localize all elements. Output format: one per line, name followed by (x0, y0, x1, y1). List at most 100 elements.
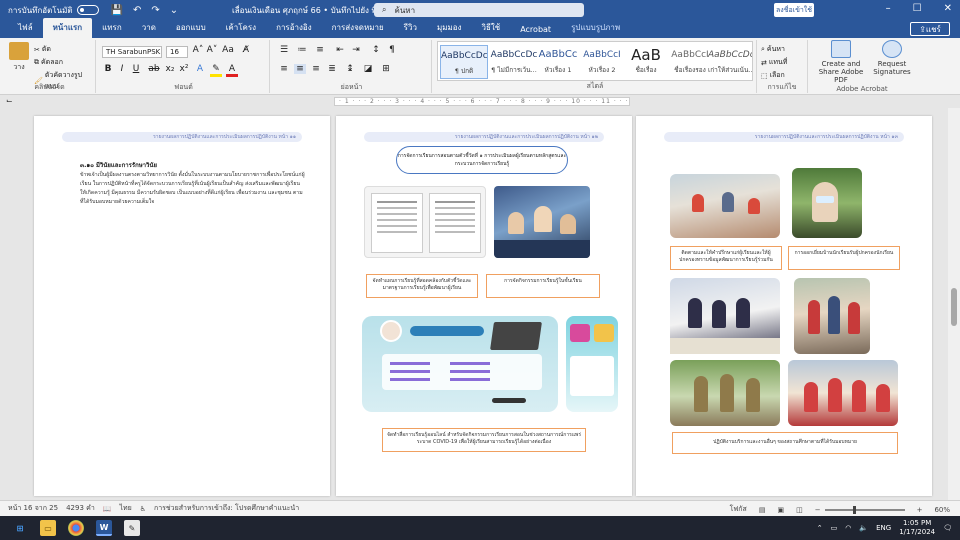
input-language[interactable]: ENG (876, 524, 891, 532)
style-subtitle[interactable]: AaBbCcI ชื่อเรื่องรอง (666, 45, 714, 79)
clock[interactable]: 1:05 PM 1/17/2024 (899, 519, 935, 537)
tab-mailings[interactable]: การส่งจดหมาย (322, 21, 394, 38)
bold-icon[interactable]: B (102, 64, 114, 74)
caption-lesson-plan[interactable]: จัดทำแผนการเรียนรู้ที่สอดคล้องกับตัวชี้ว… (366, 274, 478, 298)
clear-format-icon[interactable]: A̸ (240, 45, 252, 55)
minimize-icon[interactable]: – (886, 3, 891, 14)
shading-icon[interactable]: ◪ (362, 64, 374, 74)
close-icon[interactable]: ✕ (944, 3, 952, 14)
style-subtle-emphasis[interactable]: AaBbCcDc เก่าให้ส่วนเน้น... (708, 45, 752, 79)
paint-app-icon[interactable]: ✎ (124, 520, 140, 536)
align-right-icon[interactable]: ≡ (310, 64, 322, 74)
text-effects-icon[interactable]: A (194, 64, 206, 74)
copy-button[interactable]: ⧉ คัดลอก (34, 57, 63, 68)
style-no-spacing[interactable]: AaBbCcDc ¶ ไม่มีการเว้น... (490, 45, 538, 79)
caption-online-media[interactable]: จัดทำสื่อการเรียนรู้ออนไลน์ สำหรับจัดกิจ… (382, 428, 586, 452)
zoom-out-icon[interactable]: − (815, 506, 821, 514)
save-icon[interactable]: 💾 (111, 5, 123, 16)
select-button[interactable]: ⬚ เลือก (761, 70, 785, 81)
wifi-icon[interactable]: ◠ (845, 524, 851, 532)
documents-image[interactable] (364, 186, 486, 258)
replace-button[interactable]: ⇄ แทนที่ (761, 57, 787, 68)
borders-icon[interactable]: ⊞ (380, 64, 392, 74)
cut-button[interactable]: ✂ ตัด (34, 44, 51, 55)
accessibility-icon[interactable]: ♿ (140, 505, 146, 513)
zoom-slider[interactable] (824, 505, 905, 514)
caption-home-visit[interactable]: การออกเยี่ยมบ้านนักเรียนรับผู้ปกครองนักเ… (788, 246, 900, 270)
strikethrough-icon[interactable]: ab (148, 64, 160, 74)
tab-view[interactable]: มุมมอง (427, 21, 472, 38)
scout-photo[interactable] (670, 360, 780, 426)
style-title[interactable]: AaB ชื่อเรื่อง (622, 45, 670, 79)
italic-icon[interactable]: I (116, 64, 128, 74)
tab-design[interactable]: ออกแบบ (166, 21, 216, 38)
subscript-icon[interactable]: x₂ (164, 64, 176, 74)
focus-button[interactable]: โฟกัส (730, 504, 747, 515)
title-oval[interactable]: การจัดการเรียนการสอนตามตัวชี้วัดที่ ๑ กา… (396, 146, 568, 174)
mobile-app-screenshot[interactable] (566, 316, 618, 412)
horizontal-ruler[interactable]: · 1 · · · 2 · · · 3 · · · 4 · · · 5 · · … (334, 97, 630, 106)
tab-layout[interactable]: เค้าโครง (216, 21, 266, 38)
tab-help[interactable]: วิธีใช้ (471, 21, 510, 38)
request-signatures-button[interactable]: Request Signatures (872, 40, 912, 76)
autosave[interactable]: การบันทึกอัตโนมัติ (0, 4, 99, 17)
zoom-level[interactable]: 60% (934, 506, 950, 514)
line-spacing-icon[interactable]: ↨ (344, 64, 356, 74)
body-text[interactable]: ข้าพเจ้าเป็นผู้มีผลงานตรงตามวิทยาการวินั… (80, 171, 305, 207)
read-mode-icon[interactable]: ▤ (759, 506, 766, 514)
style-heading-2[interactable]: AaBbCcI หัวเรื่อง 2 (578, 45, 626, 79)
redo-icon[interactable]: ↷ (151, 5, 159, 16)
tab-insert[interactable]: แทรก (92, 21, 132, 38)
network-icon[interactable]: ▭ (831, 524, 838, 532)
font-size-select[interactable]: 16 (166, 46, 188, 58)
multilevel-list-icon[interactable]: ≡ (314, 45, 326, 55)
tab-file[interactable]: ไฟล์ (8, 21, 43, 38)
share-button[interactable]: ⇪ แชร์ (910, 22, 950, 36)
change-case-icon[interactable]: Aa (222, 45, 234, 55)
tab-picture-format[interactable]: รูปแบบรูปภาพ (561, 21, 630, 38)
notification-icon[interactable]: 🗨 (943, 524, 952, 532)
autosave-toggle[interactable] (76, 5, 99, 15)
sort-icon[interactable]: ↕ (370, 45, 382, 55)
paste-button[interactable]: วาง (8, 42, 30, 73)
maximize-icon[interactable]: ☐ (913, 3, 922, 14)
signin-button[interactable]: ลงชื่อเข้าใช้ (774, 3, 814, 17)
accessibility-status[interactable]: การช่วยสำหรับการเข้าถึง: โปรดศึกษาคำแนะน… (154, 503, 299, 514)
undo-icon[interactable]: ↶ (133, 5, 141, 16)
windows-start-icon[interactable]: ⊞ (12, 520, 28, 536)
show-marks-icon[interactable]: ¶ (386, 45, 398, 55)
create-share-pdf-button[interactable]: Create and Share Adobe PDF (812, 40, 870, 84)
find-button[interactable]: ⌕ ค้นหา (761, 44, 785, 55)
chrome-icon[interactable] (68, 520, 84, 536)
align-left-icon[interactable]: ≡ (278, 64, 290, 74)
tray-chevron-icon[interactable]: ⌃ (817, 524, 823, 532)
increase-indent-icon[interactable]: ⇥ (350, 45, 362, 55)
justify-icon[interactable]: ≣ (326, 64, 338, 74)
font-color-icon[interactable]: A (226, 64, 238, 77)
style-normal[interactable]: AaBbCcDc ¶ ปกติ (440, 45, 488, 79)
language-indicator[interactable]: ไทย (119, 503, 131, 514)
students-photo[interactable] (788, 360, 898, 426)
decrease-indent-icon[interactable]: ⇤ (334, 45, 346, 55)
classroom-photo[interactable] (494, 186, 590, 258)
tab-review[interactable]: รีวิว (394, 21, 427, 38)
search-input[interactable]: ⌕ ค้นหา (374, 3, 584, 17)
underline-icon[interactable]: U (130, 64, 142, 74)
tab-draw[interactable]: วาด (132, 21, 166, 38)
online-media-screenshot[interactable] (362, 316, 558, 412)
word-app-icon[interactable]: W (96, 520, 112, 536)
grow-font-icon[interactable]: A˄ (192, 45, 204, 55)
file-explorer-icon[interactable]: ▭ (40, 520, 56, 536)
tab-acrobat[interactable]: Acrobat (510, 25, 561, 38)
caption-other-duties[interactable]: ปฏิบัติงานบริการและงานอื่นๆ ของสถานศึกษา… (672, 432, 898, 454)
home-visit-photo[interactable] (792, 168, 862, 238)
volume-icon[interactable]: 🔈 (859, 524, 868, 532)
print-layout-icon[interactable]: ▣ (777, 506, 784, 514)
event-photo[interactable] (794, 278, 870, 354)
zoom-in-icon[interactable]: + (917, 506, 923, 514)
scrollbar-thumb[interactable] (951, 288, 957, 326)
tab-home[interactable]: หน้าแรก (42, 18, 93, 38)
font-name-select[interactable]: TH SarabunPSK (102, 46, 162, 58)
bullets-icon[interactable]: ☰ (278, 45, 290, 55)
staff-meeting-photo[interactable] (670, 278, 780, 354)
